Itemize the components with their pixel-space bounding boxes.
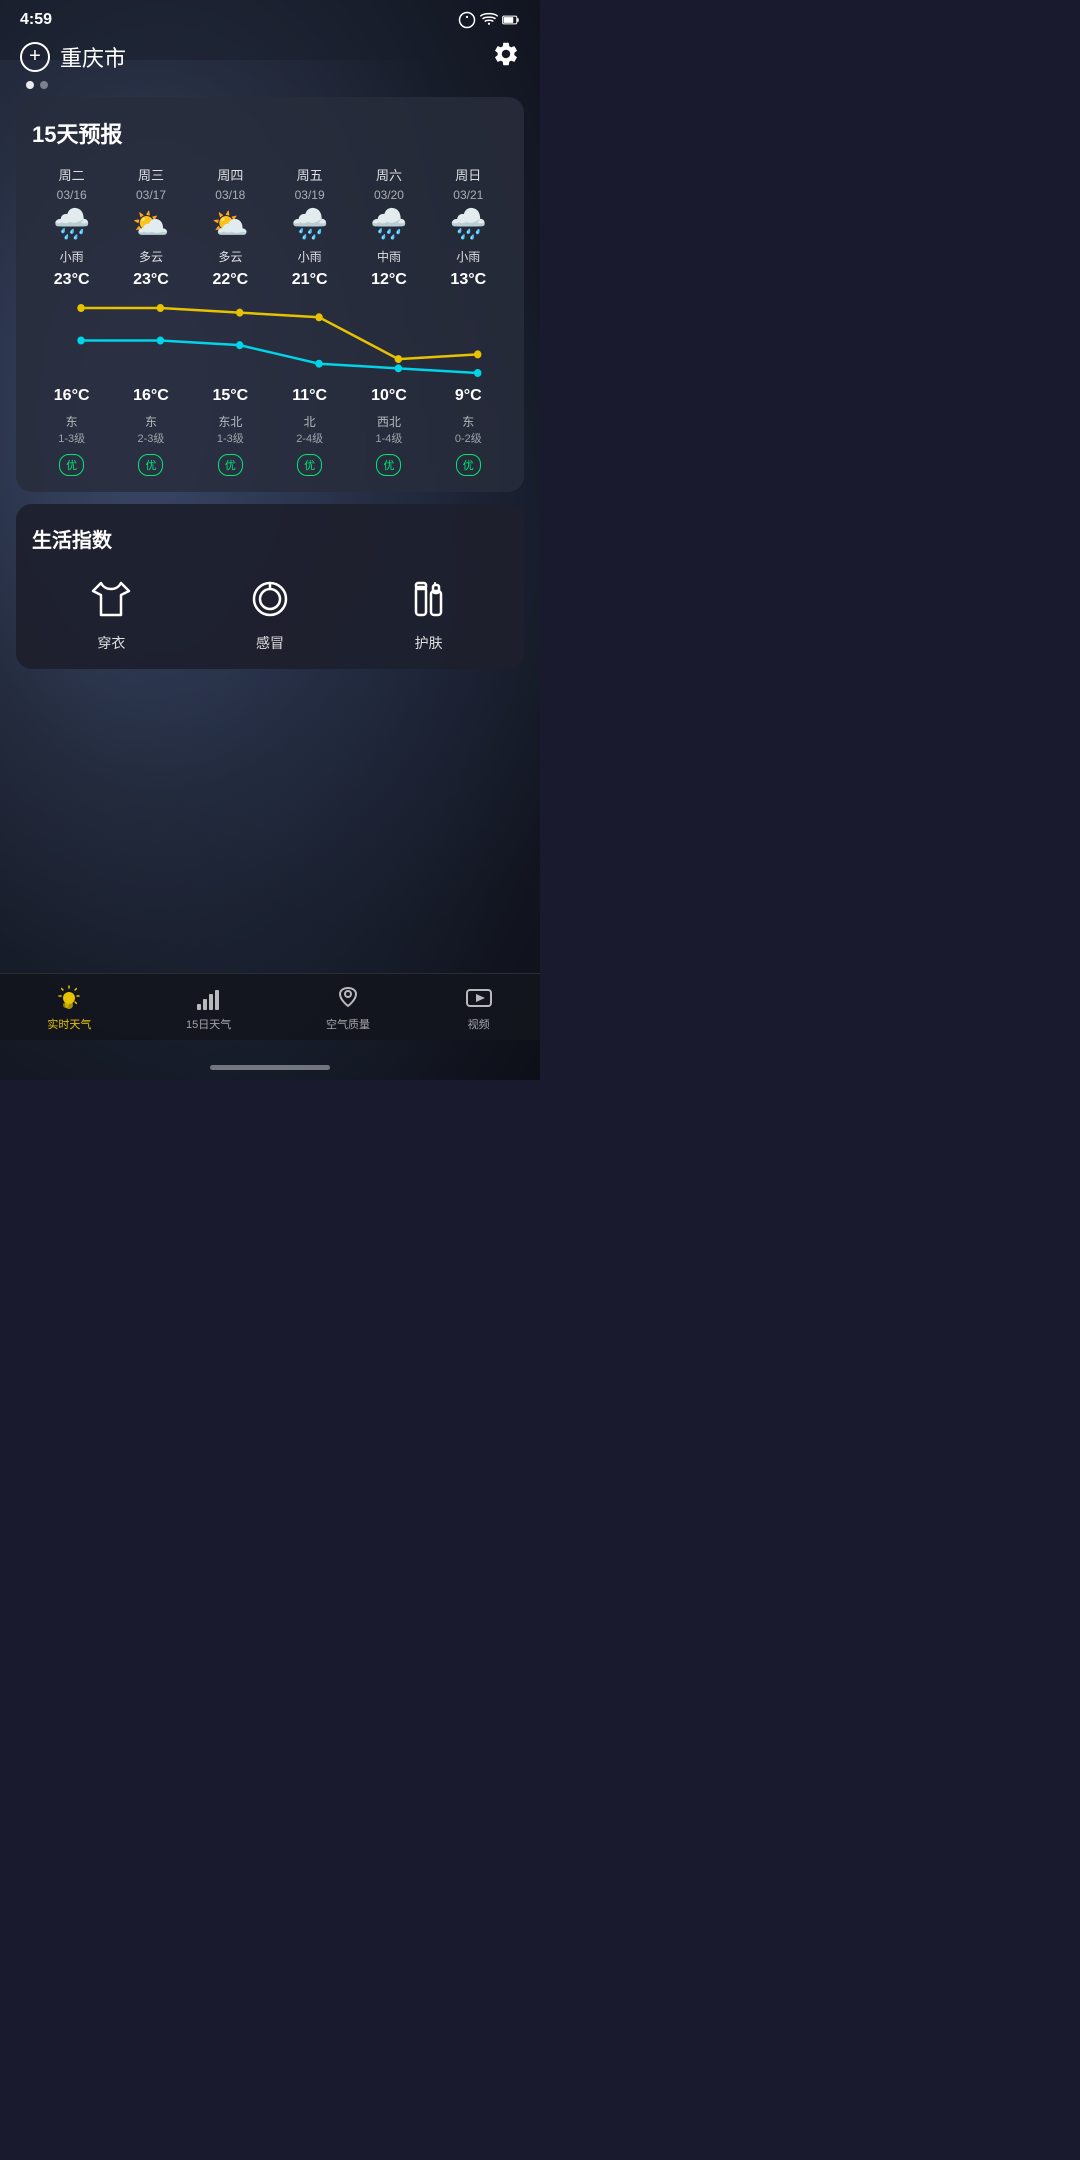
low-temp-0: 16°C bbox=[32, 387, 111, 405]
wind-info-2: 东北 1-3级 bbox=[191, 413, 270, 446]
nav-label-video: 视频 bbox=[468, 1016, 490, 1032]
skincare-label: 护肤 bbox=[415, 633, 443, 653]
bottom-nav: 实时天气 15日天气 空气质量 视频 bbox=[0, 973, 540, 1040]
page-dot-2[interactable] bbox=[40, 81, 48, 89]
forecast-day-4: 周六 03/20 🌧️ 中雨 12°C bbox=[349, 165, 428, 289]
low-temp-2: 15°C bbox=[191, 387, 270, 405]
clothing-label: 穿衣 bbox=[97, 633, 125, 653]
main-content: 15天预报 周二 03/16 🌧️ 小雨 23°C 周三 03/17 ⛅ 多云 … bbox=[0, 97, 540, 977]
air-badge-3: 优 bbox=[270, 454, 349, 476]
nav-item-airquality[interactable]: 空气质量 bbox=[326, 984, 370, 1032]
wind-info-3: 北 2-4级 bbox=[270, 413, 349, 446]
wind-info-4: 西北 1-4级 bbox=[349, 413, 428, 446]
status-time: 4:59 bbox=[20, 11, 52, 29]
forecast-day-1: 周三 03/17 ⛅ 多云 23°C bbox=[111, 165, 190, 289]
nav-item-realtime[interactable]: 实时天气 bbox=[47, 984, 91, 1032]
wind-info-5: 东 0-2级 bbox=[429, 413, 508, 446]
skincare-icon bbox=[403, 573, 455, 625]
gear-icon bbox=[492, 40, 520, 68]
temperature-chart-svg bbox=[32, 293, 508, 383]
cold-icon bbox=[244, 573, 296, 625]
wifi-icon bbox=[480, 11, 498, 29]
top-bar-left: + 重庆市 bbox=[20, 41, 126, 73]
low-temp-1: 16°C bbox=[111, 387, 190, 405]
air-badge-5: 优 bbox=[429, 454, 508, 476]
forecast-day-0: 周二 03/16 🌧️ 小雨 23°C bbox=[32, 165, 111, 289]
nav-label-realtime: 实时天气 bbox=[47, 1016, 91, 1032]
forecast-days: 周二 03/16 🌧️ 小雨 23°C 周三 03/17 ⛅ 多云 23°C 周… bbox=[32, 165, 508, 289]
wind-info-0: 东 1-3级 bbox=[32, 413, 111, 446]
clothing-icon bbox=[85, 573, 137, 625]
15day-icon bbox=[195, 984, 223, 1012]
low-temp-5: 9°C bbox=[429, 387, 508, 405]
status-icons bbox=[458, 11, 520, 29]
video-icon bbox=[465, 984, 493, 1012]
forecast-day-5: 周日 03/21 🌧️ 小雨 13°C bbox=[429, 165, 508, 289]
air-badge-1: 优 bbox=[111, 454, 190, 476]
air-badge-0: 优 bbox=[32, 454, 111, 476]
life-index-title: 生活指数 bbox=[32, 524, 508, 553]
air-quality-icon bbox=[334, 984, 362, 1012]
temp-chart bbox=[32, 293, 508, 383]
top-bar: + 重庆市 bbox=[0, 36, 540, 81]
nav-item-video[interactable]: 视频 bbox=[465, 984, 493, 1032]
low-temps-row: 16°C16°C15°C11°C10°C9°C bbox=[32, 387, 508, 405]
forecast-day-2: 周四 03/18 ⛅ 多云 22°C bbox=[191, 165, 270, 289]
life-item-skincare[interactable]: 护肤 bbox=[403, 573, 455, 653]
life-item-cold[interactable]: 感冒 bbox=[244, 573, 296, 653]
notification-icon bbox=[458, 11, 476, 29]
settings-button[interactable] bbox=[492, 40, 520, 73]
life-item-clothing[interactable]: 穿衣 bbox=[85, 573, 137, 653]
life-icons-row: 穿衣 感冒 bbox=[32, 573, 508, 653]
add-city-button[interactable]: + bbox=[20, 42, 50, 72]
wind-info-1: 东 2-3级 bbox=[111, 413, 190, 446]
nav-label-15day: 15日天气 bbox=[186, 1016, 231, 1032]
air-badge-4: 优 bbox=[349, 454, 428, 476]
city-name: 重庆市 bbox=[60, 41, 126, 73]
air-badge-2: 优 bbox=[191, 454, 270, 476]
page-dot-1[interactable] bbox=[26, 81, 34, 89]
forecast-day-3: 周五 03/19 🌧️ 小雨 21°C bbox=[270, 165, 349, 289]
nav-item-15day[interactable]: 15日天气 bbox=[186, 984, 231, 1032]
air-row: 优优优优优优 bbox=[32, 450, 508, 476]
battery-icon bbox=[502, 11, 520, 29]
forecast-card: 15天预报 周二 03/16 🌧️ 小雨 23°C 周三 03/17 ⛅ 多云 … bbox=[16, 97, 524, 492]
forecast-title: 15天预报 bbox=[32, 117, 508, 149]
wind-row: 东 1-3级 东 2-3级 东北 1-3级 北 2-4级 西北 1-4级 东 0… bbox=[32, 413, 508, 446]
home-indicator bbox=[210, 1065, 330, 1070]
realtime-weather-icon bbox=[55, 984, 83, 1012]
cold-label: 感冒 bbox=[256, 633, 284, 653]
status-bar: 4:59 bbox=[0, 0, 540, 36]
nav-label-airquality: 空气质量 bbox=[326, 1016, 370, 1032]
low-temp-4: 10°C bbox=[349, 387, 428, 405]
low-temp-3: 11°C bbox=[270, 387, 349, 405]
page-dots bbox=[0, 81, 540, 97]
life-index-card: 生活指数 穿衣 感冒 bbox=[16, 504, 524, 669]
